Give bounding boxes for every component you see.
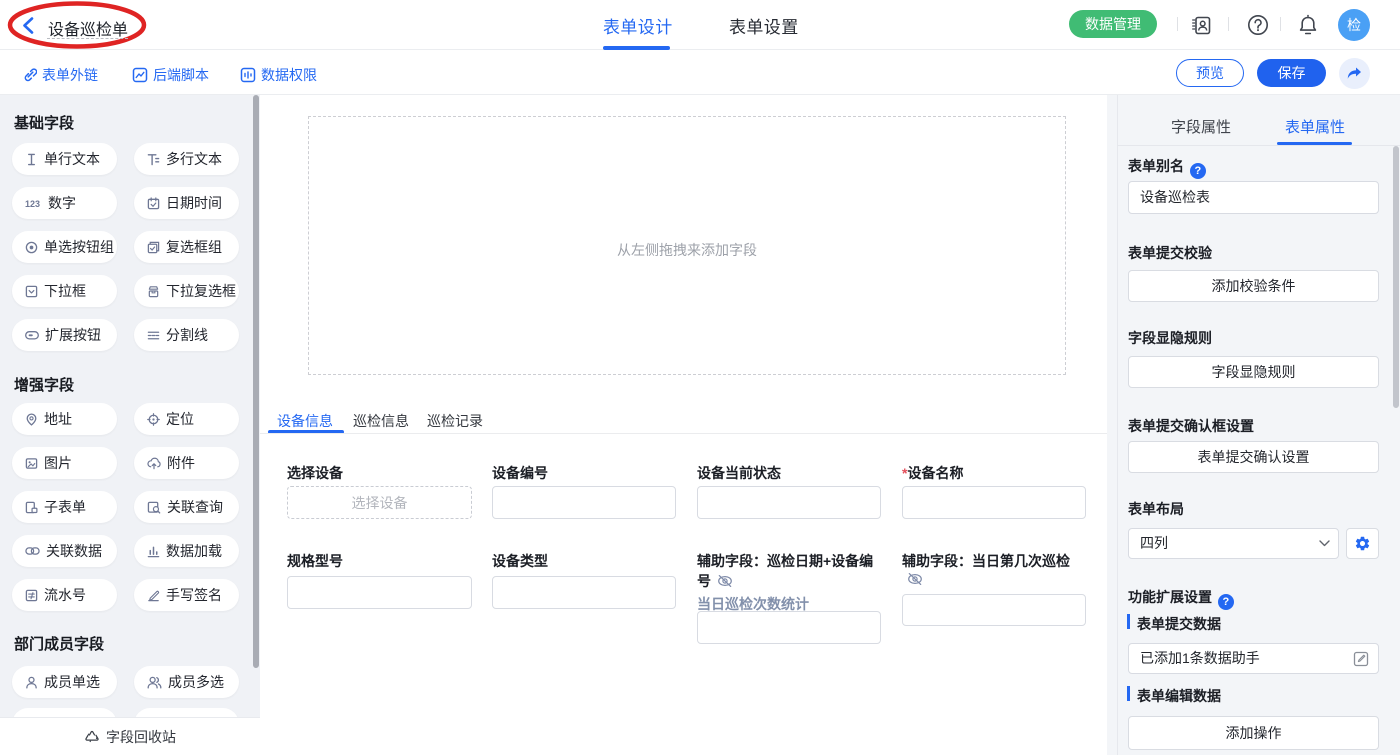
svg-text:123: 123 bbox=[25, 199, 40, 209]
